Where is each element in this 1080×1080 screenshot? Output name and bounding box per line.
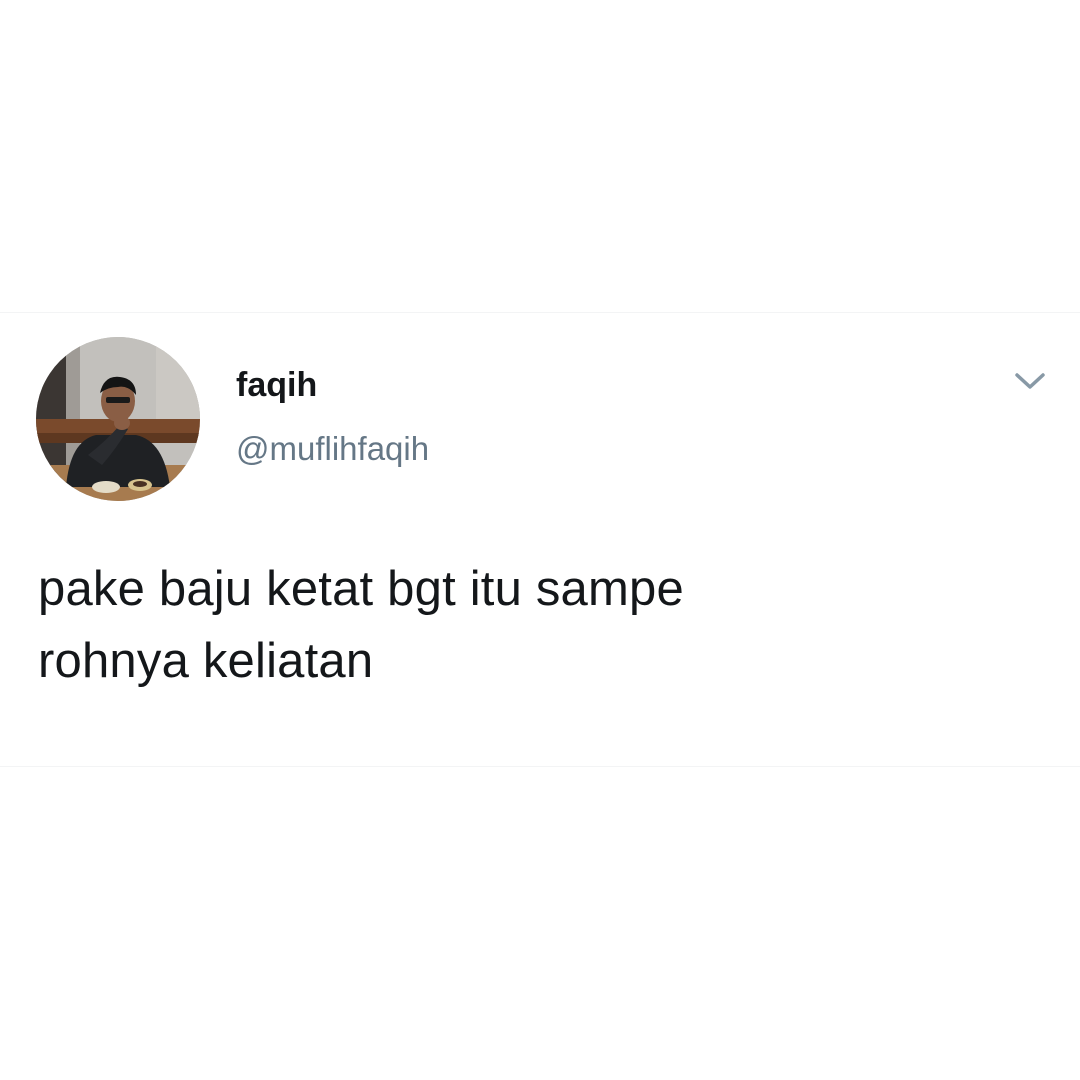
- chevron-down-icon: [1015, 373, 1045, 389]
- tweet-text-line: pake baju ketat bgt itu sampe: [38, 562, 684, 616]
- page: faqih @muflihfaqih pake baju ketat bgt i…: [0, 0, 1080, 1080]
- tweet-text-line: rohnya keliatan: [38, 634, 374, 688]
- tweet-text: pake baju ketat bgt itu sampe rohnya kel…: [38, 553, 1018, 697]
- profile-photo: [36, 337, 200, 501]
- user-handle[interactable]: @muflihfaqih: [236, 429, 429, 469]
- display-name[interactable]: faqih: [236, 365, 317, 405]
- more-options-button[interactable]: [1004, 361, 1056, 401]
- tweet-card[interactable]: faqih @muflihfaqih pake baju ketat bgt i…: [0, 312, 1080, 767]
- avatar[interactable]: [36, 337, 200, 501]
